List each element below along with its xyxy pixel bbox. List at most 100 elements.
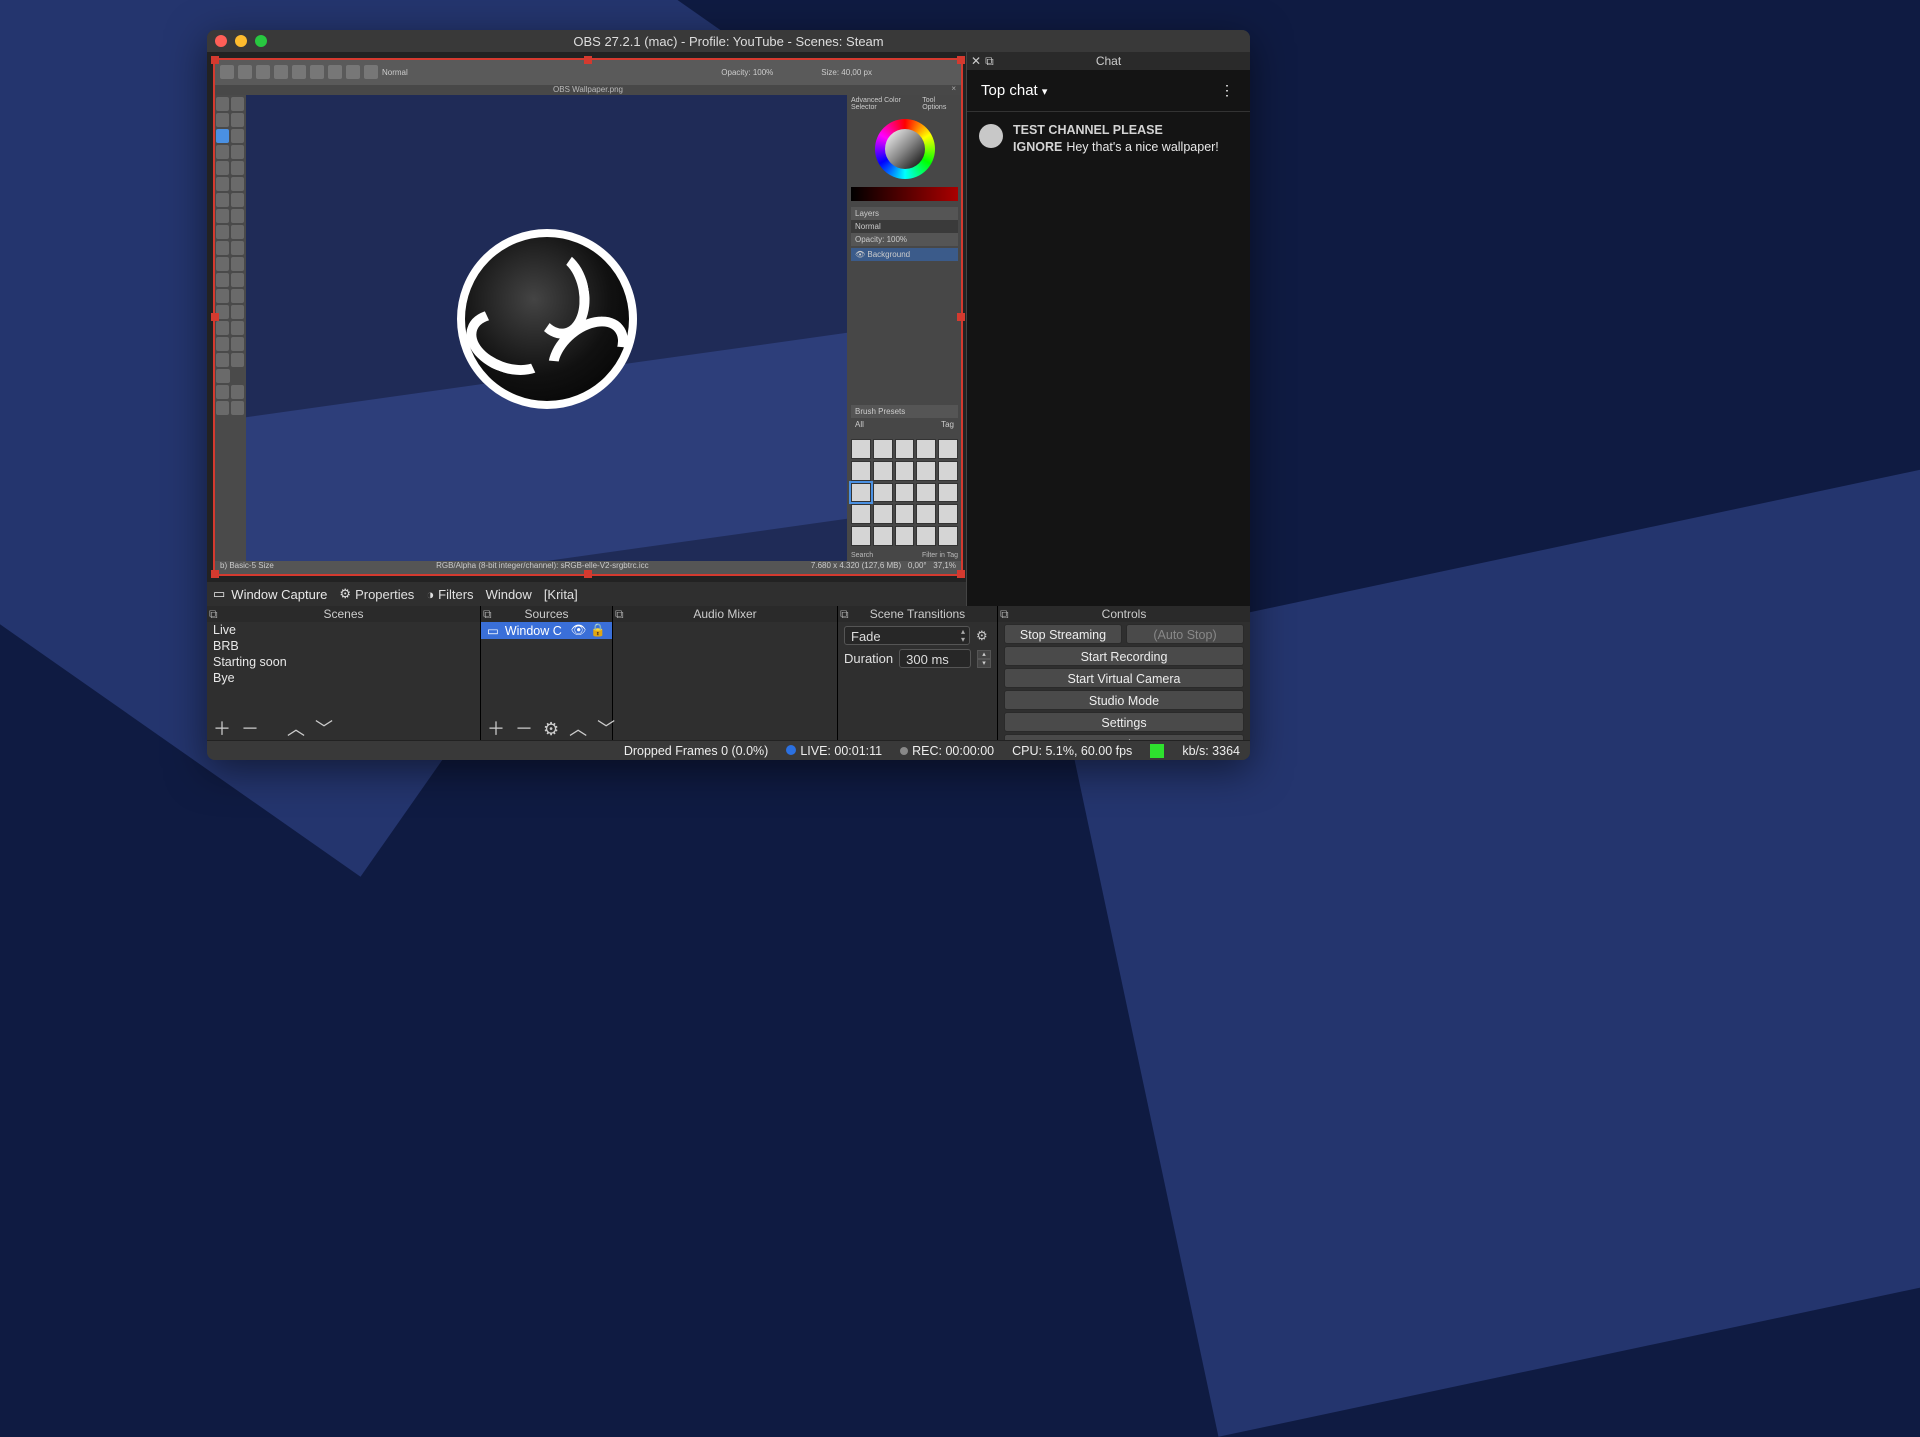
window-icon: ▭ [213, 586, 225, 602]
start-virtual-camera-button[interactable]: Start Virtual Camera [1004, 668, 1244, 688]
maximize-icon[interactable] [255, 35, 267, 47]
avatar [979, 124, 1003, 148]
dropped-frames-label: Dropped Frames 0 (0.0%) [624, 744, 769, 758]
popout-icon[interactable]: ⧉ [209, 606, 218, 622]
start-recording-button[interactable]: Start Recording [1004, 646, 1244, 666]
popout-icon[interactable]: ⧉ [615, 606, 624, 622]
audio-mixer-panel: ⧉Audio Mixer [613, 606, 838, 740]
chat-panel-header: ✕ ⧉ Chat [967, 52, 1250, 70]
gear-icon[interactable] [543, 720, 559, 738]
duration-input[interactable]: 300 ms [899, 649, 971, 668]
add-button[interactable]: ＋ [213, 720, 231, 738]
record-icon [900, 747, 908, 755]
filters-button[interactable]: ◑Filters [426, 587, 473, 602]
krita-mode-label: Normal [382, 68, 408, 77]
source-item[interactable]: ▭ Window C 👁 🔒 [481, 622, 612, 639]
chat-menu-icon[interactable]: ⋮ [1220, 82, 1236, 99]
krita-toolbar: Normal Opacity: 100% Size: 40,00 px [214, 59, 962, 85]
popout-icon[interactable]: ⧉ [985, 54, 994, 69]
stream-health-indicator [1150, 744, 1164, 758]
filter-icon: ◑ [426, 587, 434, 602]
lock-icon[interactable]: 🔒 [590, 623, 606, 638]
obs-logo-icon [457, 229, 637, 409]
chat-message: TEST CHANNEL PLEASE IGNOREHey that's a n… [979, 122, 1238, 156]
controls-panel: ⧉Controls Stop Streaming (Auto Stop) Sta… [998, 606, 1250, 740]
remove-button[interactable]: － [241, 720, 259, 738]
chat-mode-bar: Top chat ▾ ⋮ [967, 70, 1250, 112]
scene-item[interactable]: Starting soon [207, 654, 480, 670]
duration-spin[interactable]: ▴▾ [977, 650, 991, 668]
live-time-label: LIVE: 00:01:11 [786, 744, 882, 758]
sources-list: ▭ Window C 👁 🔒 [481, 622, 612, 718]
krita-dockers: Advanced Color Selector Tool Options Lay… [847, 95, 962, 561]
window-label: Window [486, 587, 532, 602]
chevron-down-icon: ▾ [1042, 86, 1048, 98]
close-icon: × [951, 84, 956, 94]
krita-panel-title: Advanced Color Selector [851, 97, 922, 111]
brush-presets-title: Brush Presets [851, 405, 958, 418]
scene-item[interactable]: BRB [207, 638, 480, 654]
krita-panel-title: Tool Options [922, 97, 958, 111]
krita-statusbar: b) Basic-5 Size RGB/Alpha (8-bit integer… [214, 561, 962, 575]
chat-panel-title: Chat [1096, 54, 1121, 68]
kbps-label: kb/s: 3364 [1182, 744, 1240, 758]
stop-streaming-button[interactable]: Stop Streaming [1004, 624, 1122, 644]
krita-toolbox [214, 95, 246, 561]
visibility-icon[interactable]: 👁 [571, 623, 587, 638]
krita-tool-icon [220, 65, 234, 79]
minimize-icon[interactable] [235, 35, 247, 47]
auto-stop-button[interactable]: (Auto Stop) [1126, 624, 1244, 644]
remove-button[interactable]: － [515, 720, 533, 738]
add-button[interactable]: ＋ [487, 720, 505, 738]
preview-stage[interactable]: Normal Opacity: 100% Size: 40,00 px OBS … [213, 58, 963, 576]
properties-button[interactable]: Properties [339, 586, 414, 602]
selected-source-name: Window Capture [231, 587, 327, 602]
krita-tool-icon [292, 65, 306, 79]
transition-select[interactable]: Fade ▴▾ [844, 626, 970, 645]
obs-window: OBS 27.2.1 (mac) - Profile: YouTube - Sc… [207, 30, 1250, 760]
popout-icon[interactable]: ⧉ [840, 606, 849, 622]
krita-tool-icon [238, 65, 252, 79]
window-title: OBS 27.2.1 (mac) - Profile: YouTube - Sc… [573, 34, 883, 49]
gear-icon[interactable] [976, 628, 991, 643]
krita-size-label: Size: 40,00 px [821, 68, 872, 77]
scene-item[interactable]: Live [207, 622, 480, 638]
popout-icon[interactable]: ⧉ [483, 606, 492, 622]
transitions-header: ⧉Scene Transitions [838, 606, 997, 622]
scene-item[interactable]: Bye [207, 670, 480, 686]
transitions-panel: ⧉Scene Transitions Fade ▴▾ Duration 300 … [838, 606, 998, 740]
mixer-header: ⧉Audio Mixer [613, 606, 837, 622]
krita-tool-icon [256, 65, 270, 79]
main-body: ✕ ⧉ Chat Top chat ▾ ⋮ TEST CHANNEL PLEAS… [207, 52, 1250, 760]
popout-icon[interactable]: ⧉ [1000, 606, 1009, 622]
chat-panel: ✕ ⧉ Chat Top chat ▾ ⋮ TEST CHANNEL PLEAS… [966, 52, 1250, 606]
krita-tool-icon [310, 65, 324, 79]
statusbar: Dropped Frames 0 (0.0%) LIVE: 00:01:11 R… [207, 740, 1250, 760]
scenes-list: LiveBRBStarting soonBye [207, 622, 480, 718]
krita-canvas [246, 95, 847, 561]
move-up-button[interactable]: ︿ [569, 720, 587, 738]
bottom-panels: ⧉Scenes LiveBRBStarting soonBye ＋ － ︿ ﹀ … [207, 606, 1250, 740]
brush-presets-panel: Brush Presets AllTag [851, 405, 958, 431]
titlebar: OBS 27.2.1 (mac) - Profile: YouTube - Sc… [207, 30, 1250, 52]
krita-opacity-label: Opacity: 100% [721, 68, 773, 77]
gear-icon [339, 586, 351, 602]
scenes-header: ⧉Scenes [207, 606, 480, 622]
sources-header: ⧉Sources [481, 606, 612, 622]
close-icon[interactable] [215, 35, 227, 47]
live-icon [786, 745, 796, 755]
krita-tool-icon [364, 65, 378, 79]
close-icon[interactable]: ✕ [971, 54, 981, 69]
settings-button[interactable]: Settings [1004, 712, 1244, 732]
chat-mode-select[interactable]: Top chat ▾ [981, 82, 1047, 99]
layers-panel: Layers Normal Opacity: 100% 👁 Background [851, 207, 958, 261]
window-icon: ▭ [487, 623, 499, 638]
move-down-button[interactable]: ﹀ [315, 720, 333, 738]
scenes-panel: ⧉Scenes LiveBRBStarting soonBye ＋ － ︿ ﹀ [207, 606, 481, 740]
source-indicator: ▭ Window Capture [213, 586, 327, 602]
controls-header: ⧉Controls [998, 606, 1250, 622]
layers-title: Layers [851, 207, 958, 220]
chat-body-text: Hey that's a nice wallpaper! [1066, 140, 1218, 154]
studio-mode-button[interactable]: Studio Mode [1004, 690, 1244, 710]
move-up-button[interactable]: ︿ [287, 720, 305, 738]
